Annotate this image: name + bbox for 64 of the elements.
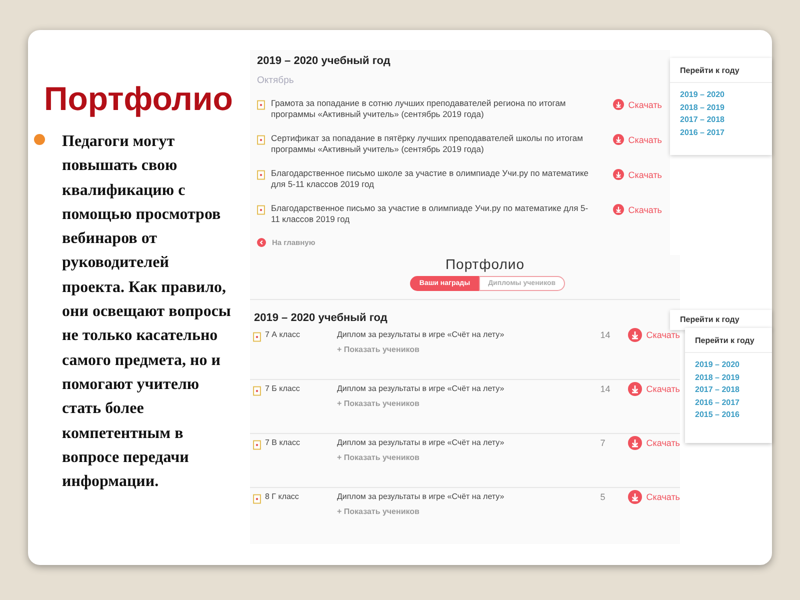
download-icon <box>628 436 642 450</box>
year-link[interactable]: 2017 – 2018 <box>680 115 762 124</box>
document-icon <box>257 170 265 180</box>
download-link[interactable]: Скачать <box>613 204 662 215</box>
document-icon <box>257 100 265 110</box>
year-link[interactable]: 2019 – 2020 <box>680 90 762 99</box>
show-students-link[interactable]: + Показать учеников <box>337 453 537 462</box>
year-link[interactable]: 2015 – 2016 <box>695 410 762 419</box>
show-students-link[interactable]: + Показать учеников <box>337 345 537 354</box>
year-heading: 2019 – 2020 учебный год <box>257 55 392 67</box>
year-link[interactable]: 2018 – 2019 <box>680 102 762 112</box>
year-link[interactable]: 2019 – 2020 <box>695 360 762 369</box>
month-label: Октябрь <box>257 75 295 86</box>
show-students-link[interactable]: + Показать учеников <box>337 507 537 516</box>
diploma-title: Диплом за результаты в игре «Счёт на лету» <box>337 438 506 447</box>
document-icon <box>253 440 261 450</box>
student-count: 7 <box>600 438 606 448</box>
download-link[interactable]: Скачать <box>628 382 680 396</box>
diploma-title: Диплом за результаты в игре «Счёт на лету» <box>337 384 506 393</box>
panel-title: Перейти к году <box>670 58 772 83</box>
year-link[interactable]: 2018 – 2019 <box>695 372 762 382</box>
download-link[interactable]: Скачать <box>613 169 662 180</box>
diploma-title: Диплом за результаты в игре «Счёт на лету» <box>337 330 506 339</box>
download-icon <box>628 490 642 504</box>
bullet-icon <box>34 134 45 145</box>
document-icon <box>253 332 261 342</box>
download-link[interactable]: Скачать <box>613 99 662 110</box>
back-icon <box>257 238 266 247</box>
class-name: 8 Г класс <box>265 492 300 501</box>
bullet-text: Педагоги могут повышать свою квалификацию с помощью просмотров вебинаров от руководителей проекта. Как правило, они освещают вопросы не только касательно самого предмета, но и помогают учителю стать более компетентным в вопросе передачи информации. <box>62 132 232 492</box>
download-icon <box>613 134 624 145</box>
download-icon <box>613 99 624 110</box>
download-icon <box>613 169 624 180</box>
document-icon <box>253 386 261 396</box>
download-icon <box>628 382 642 396</box>
award-title: Сертификат за попадание в пятёрку лучших преподавателей школы по итогам программы «Активный учитель» (сентябрь 2019 года) <box>271 133 584 155</box>
class-name: 7 А класс <box>265 330 301 339</box>
page-title: Портфолио <box>444 256 526 272</box>
award-title: Благодарственное письмо школе за участие в олимпиаде Учи.ру по математике для 5-11 классов 2019 год <box>271 168 590 190</box>
year-heading: 2019 – 2020 учебный год <box>254 312 388 324</box>
download-link[interactable]: Скачать <box>628 436 680 450</box>
download-link[interactable]: Скачать <box>628 490 680 504</box>
class-name: 7 Б класс <box>265 384 301 393</box>
download-icon <box>613 204 624 215</box>
download-icon <box>628 328 642 342</box>
year-link[interactable]: 2017 – 2018 <box>695 385 762 394</box>
document-icon <box>257 135 265 145</box>
class-name: 7 В класс <box>265 438 301 447</box>
student-count: 5 <box>600 492 606 502</box>
panel-title: Перейти к году <box>685 328 772 353</box>
year-link[interactable]: 2016 – 2017 <box>680 128 762 136</box>
student-count: 14 <box>600 384 612 394</box>
diploma-title: Диплом за результаты в игре «Счёт на лету» <box>337 492 506 501</box>
award-title: Грамота за попадание в сотню лучших преподавателей региона по итогам программы «Активный учитель» (сентябрь 2019 года) <box>271 98 567 120</box>
year-link[interactable]: 2016 – 2017 <box>695 398 762 406</box>
panel-title: Перейти к году <box>679 314 740 326</box>
download-link[interactable]: Скачать <box>628 328 680 342</box>
award-title: Благодарственное письмо за участие в олимпиаде Учи.ру по математике для 5-11 классов 2019 год <box>271 203 590 225</box>
slide-title: Портфолио <box>44 80 234 118</box>
document-icon <box>257 205 265 215</box>
show-students-link[interactable]: + Показать учеников <box>337 399 537 408</box>
document-icon <box>253 494 261 504</box>
download-link[interactable]: Скачать <box>613 134 662 145</box>
student-count: 14 <box>600 330 612 340</box>
